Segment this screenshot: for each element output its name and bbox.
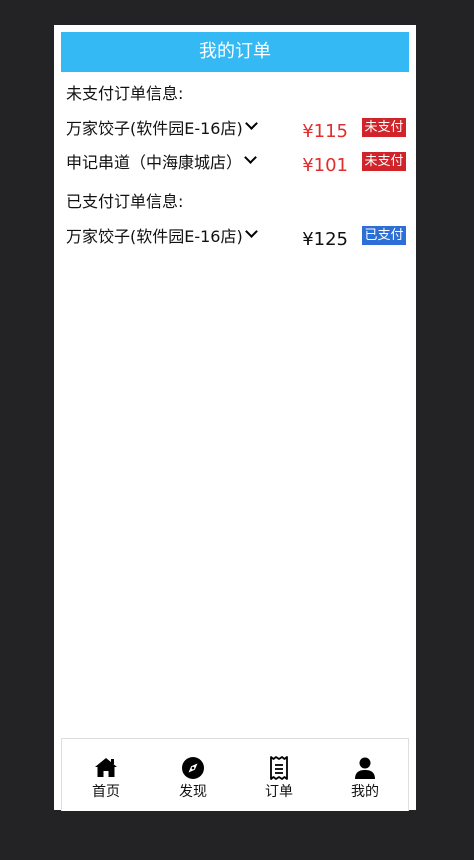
app-screen: 我的订单 未支付订单信息: 万家饺子(软件园E-16店) ¥115 未支付 申记… <box>54 25 416 811</box>
receipt-icon <box>270 756 288 780</box>
chevron-down-icon[interactable] <box>244 117 258 130</box>
order-price: ¥101 <box>302 155 348 176</box>
status-badge-unpaid[interactable]: 未支付 <box>362 152 406 171</box>
unpaid-section-title: 未支付订单信息: <box>66 84 184 103</box>
tab-discover[interactable]: 发现 <box>150 739 236 811</box>
status-badge-unpaid[interactable]: 未支付 <box>362 118 406 137</box>
tab-discover-label: 发现 <box>179 784 207 800</box>
order-row-unpaid-1[interactable]: 万家饺子(软件园E-16店) ¥115 未支付 <box>66 117 406 142</box>
chevron-down-icon[interactable] <box>244 151 257 164</box>
tab-home-label: 首页 <box>92 784 120 800</box>
status-badge-paid[interactable]: 已支付 <box>362 226 406 245</box>
order-price: ¥115 <box>302 121 348 142</box>
home-icon <box>95 758 117 777</box>
order-row-unpaid-2[interactable]: 申记串道（中海康城店） ¥101 未支付 <box>66 151 406 176</box>
order-row-paid-1[interactable]: 万家饺子(软件园E-16店) ¥125 已支付 <box>66 225 406 250</box>
tab-mine[interactable]: 我的 <box>322 739 408 811</box>
tab-home[interactable]: 首页 <box>63 739 149 811</box>
compass-icon <box>182 757 204 779</box>
chevron-down-icon[interactable] <box>244 225 258 238</box>
order-shop-name: 万家饺子(软件园E-16店) <box>66 117 258 141</box>
user-icon <box>355 757 375 779</box>
order-shop-name: 申记串道（中海康城店） <box>66 151 257 175</box>
tab-orders-label: 订单 <box>265 784 293 800</box>
tab-orders[interactable]: 订单 <box>236 739 322 811</box>
order-shop-name: 万家饺子(软件园E-16店) <box>66 225 258 249</box>
bottom-tab-bar: 首页 发现 订单 我的 <box>61 738 409 811</box>
paid-section-title: 已支付订单信息: <box>66 192 184 211</box>
page-title: 我的订单 <box>61 32 409 72</box>
tab-mine-label: 我的 <box>351 784 379 800</box>
order-price: ¥125 <box>302 229 348 250</box>
